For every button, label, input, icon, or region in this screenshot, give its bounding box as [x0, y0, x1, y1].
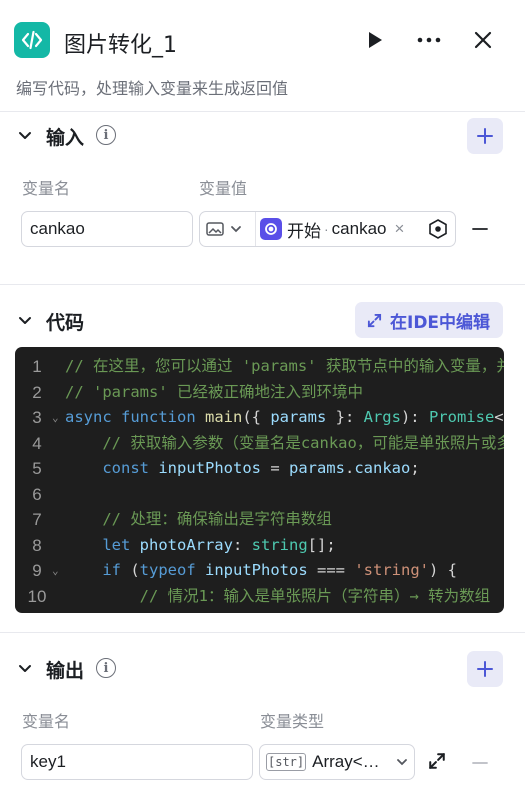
add-input-button[interactable]: [467, 118, 503, 154]
code-line[interactable]: 6: [15, 482, 504, 508]
input-var-name-field[interactable]: cankao: [21, 211, 193, 247]
code-text: async function main({ params }: Args): P…: [65, 408, 504, 426]
ref-separator: ·: [324, 221, 329, 237]
node-title[interactable]: 图片转化_1: [64, 27, 177, 59]
line-number: 5: [32, 459, 42, 478]
edit-in-ide-button[interactable]: 在IDE中编辑: [355, 302, 503, 338]
expand-icon: [367, 313, 382, 327]
code-line[interactable]: 5 const inputPhotos = params.cankao;: [15, 456, 504, 482]
line-number: 10: [27, 586, 47, 606]
input-section-header: 输入 i: [0, 113, 525, 159]
line-number: 1: [32, 357, 42, 376]
code-text: // 在这里，您可以通过 'params' 获取节点中的输入变量，并通过 're…: [65, 357, 504, 375]
fold-chevron-icon[interactable]: ⌄: [52, 558, 59, 584]
chevron-down-icon[interactable]: [17, 313, 33, 329]
chevron-down-icon: [231, 226, 241, 233]
line-number: 11: [15, 609, 59, 613]
add-output-button[interactable]: [467, 651, 503, 687]
variable-hex-icon: [429, 219, 447, 239]
play-icon: [369, 32, 382, 48]
chevron-down-icon[interactable]: [17, 128, 33, 144]
minus-icon: [472, 762, 488, 764]
code-text: // 'params' 已经被正确地注入到环境中: [65, 382, 363, 401]
minus-icon: [472, 228, 488, 230]
info-icon[interactable]: i: [96, 125, 116, 145]
remove-output-button[interactable]: [470, 753, 490, 778]
image-type-icon: [206, 222, 224, 236]
code-text: photoArray = [inputPhotos];: [65, 609, 392, 613]
line-number: 6: [32, 484, 42, 504]
edit-in-ide-label: 在IDE中编辑: [390, 312, 491, 333]
output-section-header: 输出 i: [0, 646, 525, 692]
code-line[interactable]: 7 // 处理：确保输出是字符串数组: [15, 507, 504, 533]
info-icon[interactable]: i: [96, 658, 116, 678]
value-type-selector[interactable]: [200, 212, 256, 246]
code-text: // 获取输入参数（变量名是cankao，可能是单张照片或多张照片）: [102, 433, 504, 452]
code-text: // 情况1：输入是单张照片（字符串）→ 转为数组: [65, 586, 491, 605]
output-var-name-field[interactable]: key1: [21, 744, 253, 780]
string-type-icon: [str]: [266, 753, 307, 771]
code-section-title: 代码: [46, 312, 85, 334]
node-description[interactable]: 编写代码，处理输入变量来生成返回值: [16, 75, 288, 99]
output-type-select[interactable]: [str] Array<String>: [259, 744, 415, 780]
start-node-icon: [260, 218, 282, 240]
remove-input-button[interactable]: [470, 219, 490, 244]
line-number: 4: [32, 433, 42, 453]
code-line[interactable]: 11 photoArray = [inputPhotos];: [15, 609, 504, 613]
code-line[interactable]: 10 // 情况1：输入是单张照片（字符串）→ 转为数组: [15, 584, 504, 610]
output-col-type-label: 变量类型: [260, 712, 325, 731]
close-icon: [474, 31, 492, 49]
ref-source-node: 开始: [287, 221, 321, 242]
variable-picker-button[interactable]: [427, 218, 449, 245]
section-divider: [0, 284, 525, 285]
run-button[interactable]: [357, 22, 393, 58]
chevron-down-icon[interactable]: [17, 661, 33, 677]
more-button[interactable]: [411, 22, 447, 58]
expand-icon: [429, 753, 445, 769]
code-line[interactable]: 3 ⌄ async function main({ params }: Args):…: [15, 405, 504, 431]
output-var-name-value: key1: [30, 752, 66, 771]
code-node-icon: [14, 22, 50, 58]
fold-chevron-icon[interactable]: ⌄: [52, 405, 59, 431]
code-line[interactable]: 9 ⌄ if (typeof inputPhotos === 'string') …: [15, 558, 504, 584]
output-type-value: Array<String>: [312, 752, 390, 771]
expand-type-button[interactable]: [428, 752, 446, 775]
code-editor[interactable]: 1 // 在这里，您可以通过 'params' 获取节点中的输入变量，并通过 'r…: [15, 347, 504, 613]
input-col-value-label: 变量值: [199, 179, 248, 198]
code-line[interactable]: 1 // 在这里，您可以通过 'params' 获取节点中的输入变量，并通过 'r…: [15, 354, 504, 380]
node-header: 图片转化_1 编写代码，处理输入变量来生成返回值: [0, 0, 525, 112]
code-line[interactable]: 2 // 'params' 已经被正确地注入到环境中: [15, 380, 504, 406]
output-section-title: 输出: [46, 660, 85, 682]
line-number: 2: [32, 382, 42, 402]
chevron-down-icon: [397, 759, 407, 766]
input-var-name-value: cankao: [30, 219, 85, 238]
code-line[interactable]: 4 // 获取输入参数（变量名是cankao，可能是单张照片或多张照片）: [15, 431, 504, 457]
code-text: const inputPhotos = params.cankao;: [65, 459, 420, 477]
code-text: // 处理：确保输出是字符串数组: [65, 510, 332, 528]
input-section-title: 输入: [46, 127, 85, 149]
more-icon: [417, 37, 441, 43]
plus-icon: [477, 128, 493, 144]
input-col-name-label: 变量名: [22, 179, 71, 198]
code-text: let photoArray: string[];: [65, 535, 336, 554]
code-line[interactable]: 8 let photoArray: string[];: [15, 533, 504, 559]
code-text: if (typeof inputPhotos === 'string') {: [65, 561, 457, 579]
remove-ref-icon[interactable]: ×: [395, 219, 405, 239]
section-divider: [0, 632, 525, 633]
variable-reference-tag[interactable]: 开始 · cankao ×: [257, 213, 424, 245]
line-number: 8: [32, 535, 42, 555]
plus-icon: [477, 661, 493, 677]
ref-variable-name: cankao: [331, 219, 387, 238]
line-number: 7: [32, 510, 42, 529]
close-button[interactable]: [465, 22, 501, 58]
output-col-name-label: 变量名: [22, 712, 71, 731]
